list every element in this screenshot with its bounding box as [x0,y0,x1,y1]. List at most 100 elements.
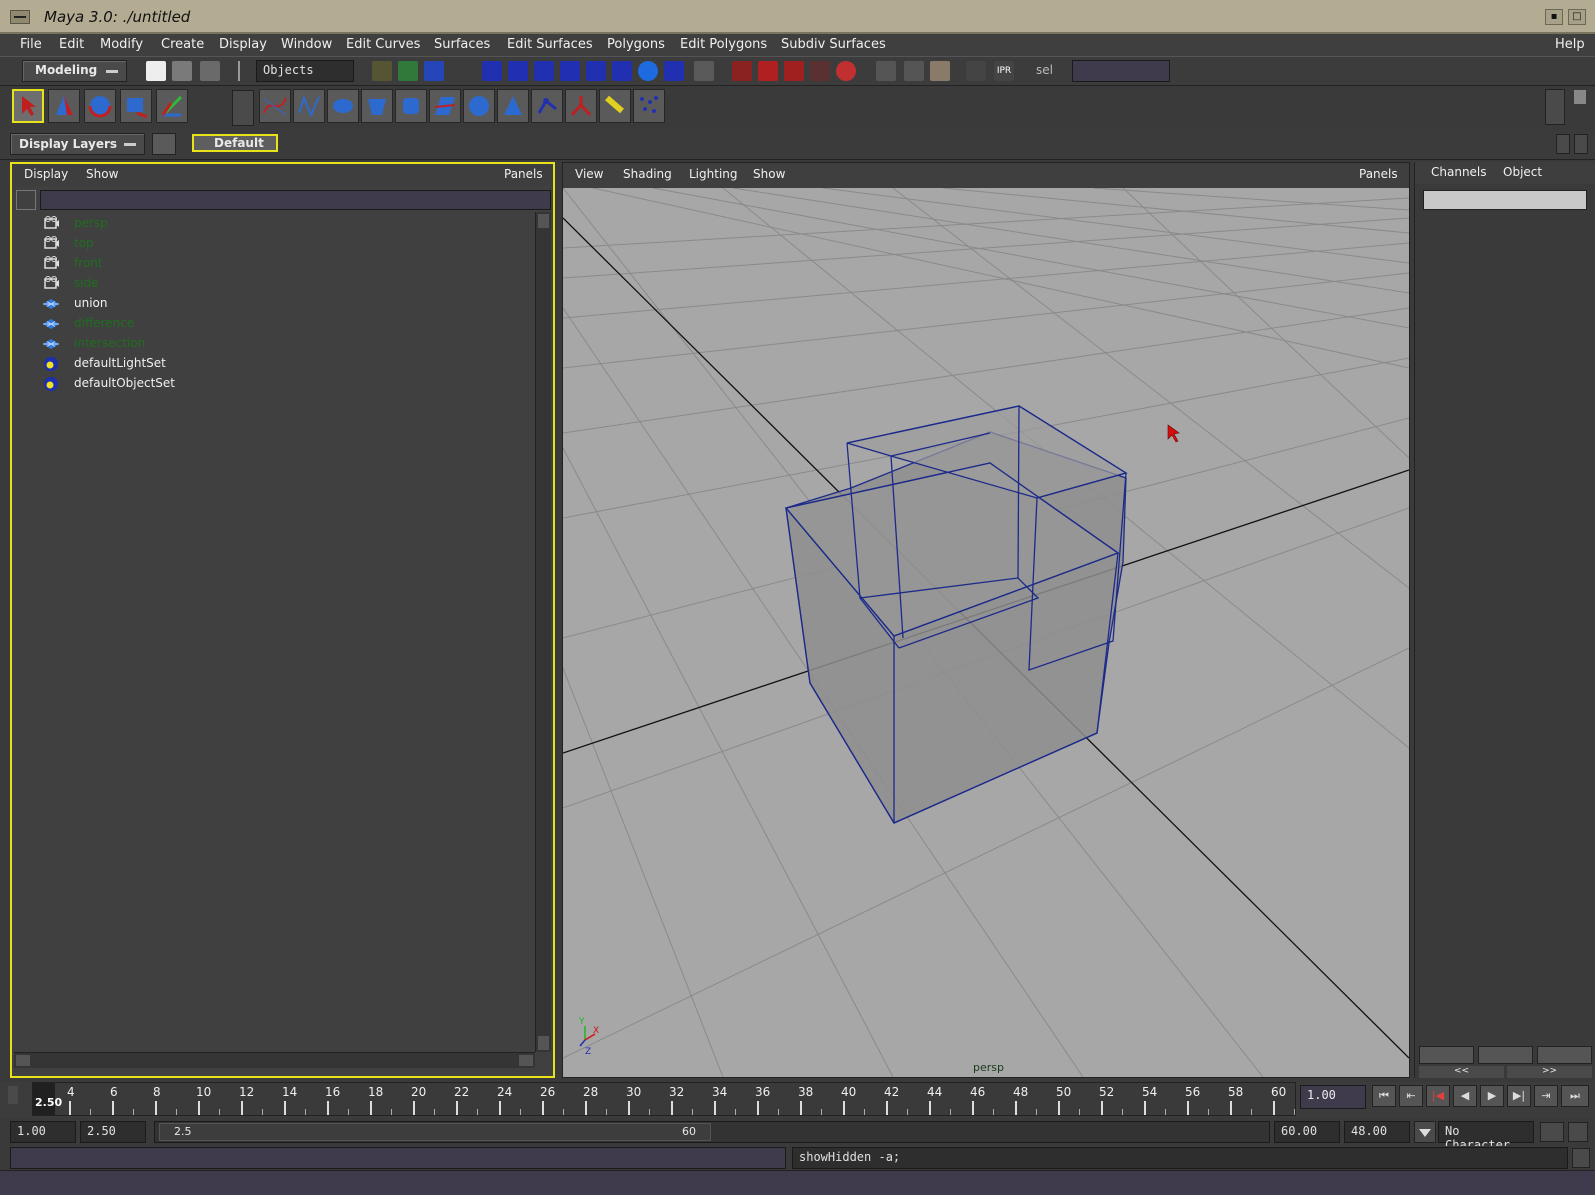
play-forward-button[interactable]: ▶ [1480,1085,1504,1107]
step-forward-key-button[interactable]: ⇥ [1534,1085,1558,1107]
outliner-filter-icon[interactable] [16,190,36,210]
sphere-icon[interactable] [463,89,495,123]
menu-help[interactable]: Help [1555,37,1585,52]
menu-polygons[interactable]: Polygons [607,37,665,52]
lasso-tool-icon[interactable] [48,89,80,123]
shelf-tab-menu[interactable] [232,90,254,126]
channel-layout-icon[interactable] [1419,1046,1474,1064]
layer-scroll-right[interactable] [1574,134,1588,154]
display-layers-dropdown[interactable]: Display Layers [10,133,145,155]
select-deformation-icon[interactable] [586,61,606,81]
channel-next-button[interactable]: >> [1507,1066,1592,1078]
snap-curve-icon[interactable] [758,61,778,81]
animation-prefs-icon[interactable] [1568,1122,1588,1142]
viewport-menu-show[interactable]: Show [753,167,785,181]
selection-mode-toggle[interactable] [238,61,250,81]
viewport-menu-lighting[interactable]: Lighting [689,167,738,181]
outliner-menu-show[interactable]: Show [86,167,118,181]
maximize-button[interactable]: □ [1568,9,1586,25]
menu-edit-curves[interactable]: Edit Curves [346,37,420,52]
go-to-end-button[interactable]: ⏭ [1561,1085,1589,1107]
menu-window[interactable]: Window [281,37,332,52]
outliner-menu-panels[interactable]: Panels [504,167,543,181]
time-slider-menu[interactable] [8,1086,18,1104]
cone-icon[interactable] [497,89,529,123]
select-object-icon[interactable] [398,61,418,81]
command-input-field[interactable] [10,1147,786,1169]
layer-options-icon[interactable] [152,133,176,155]
ep-curve-icon[interactable] [293,89,325,123]
menu-edit-polygons[interactable]: Edit Polygons [680,37,767,52]
snap-view-icon[interactable] [810,61,830,81]
select-tool-icon[interactable] [12,89,44,123]
rotate-tool-icon[interactable] [120,89,152,123]
select-hierarchy-icon[interactable] [372,61,392,81]
shelf-scroll[interactable] [1545,89,1565,125]
window-menu-button[interactable] [10,10,30,24]
select-misc-icon[interactable] [664,61,684,81]
menu-modify[interactable]: Modify [100,37,143,52]
layer-scroll-left[interactable] [1556,134,1570,154]
extrude-icon[interactable] [395,89,427,123]
scene-canvas[interactable]: Y X Z persp [563,188,1409,1077]
script-editor-icon[interactable] [1572,1148,1590,1168]
menu-edit[interactable]: Edit [59,37,84,52]
joint-tool-icon[interactable] [531,89,563,123]
quick-select-field[interactable] [1072,60,1170,82]
revolve-icon[interactable] [327,89,359,123]
menu-edit-surfaces[interactable]: Edit Surfaces [507,37,593,52]
menu-display[interactable]: Display [219,37,267,52]
planar-icon[interactable] [429,89,461,123]
viewport-menu-view[interactable]: View [575,167,603,181]
move-tool-icon[interactable] [84,89,116,123]
current-time-field[interactable]: 1.00 [1300,1085,1366,1109]
outliner-hscrollbar[interactable] [14,1052,535,1068]
snap-point-icon[interactable] [784,61,804,81]
outliner-search-field[interactable] [40,190,551,210]
channels-tab[interactable]: Channels [1431,165,1487,179]
snap-grid-icon[interactable] [732,61,752,81]
animation-end-field[interactable]: 48.00 [1344,1121,1410,1143]
trash-icon[interactable] [1574,90,1586,104]
current-character-field[interactable]: No Character [1438,1121,1534,1152]
select-component-icon[interactable] [424,61,444,81]
selection-mode-field[interactable]: Objects [256,60,354,82]
select-render-icon[interactable] [638,61,658,81]
ipr-render-icon[interactable]: IPR [994,61,1014,81]
playback-end-field[interactable]: 60.00 [1274,1121,1340,1143]
object-tab[interactable]: Object [1503,165,1542,179]
default-layer-button[interactable]: Default [192,134,278,152]
outliner-vscrollbar[interactable] [535,212,551,1052]
input-ops-icon[interactable] [876,61,896,81]
lock-selection-icon[interactable] [694,61,714,81]
new-scene-icon[interactable] [146,61,166,81]
render-icon[interactable] [966,61,986,81]
animation-start-field[interactable]: 1.00 [10,1121,76,1143]
step-forward-frame-button[interactable]: ▶| [1507,1085,1531,1107]
auto-key-icon[interactable] [1540,1122,1564,1142]
play-backward-button[interactable]: ◀ [1453,1085,1477,1107]
save-scene-icon[interactable] [200,61,220,81]
open-scene-icon[interactable] [172,61,192,81]
select-dynamic-icon[interactable] [612,61,632,81]
select-surface-icon[interactable] [560,61,580,81]
playback-start-field[interactable]: 2.50 [80,1121,146,1143]
boolean-union-mesh[interactable] [784,405,1128,824]
select-joint-icon[interactable] [508,61,528,81]
time-ruler[interactable]: 2.50 4 6 8 10 12 14 16 18 20 22 24 26 28 30 32 34 36 38 40… [32,1082,1296,1116]
minimize-button[interactable]: ▪ [1545,9,1563,25]
range-slider-handle[interactable]: 2.5 60 [159,1123,711,1141]
make-live-icon[interactable] [836,61,856,81]
perspective-viewport[interactable]: View Shading Lighting Show Panels Y X Z … [562,162,1410,1078]
step-back-key-button[interactable]: ⇤ [1399,1085,1423,1107]
scale-tool-icon[interactable] [156,89,188,123]
channel-prev-button[interactable]: << [1419,1066,1504,1078]
ik-handle-icon[interactable] [565,89,597,123]
menu-file[interactable]: File [20,37,42,52]
menu-create[interactable]: Create [161,37,204,52]
viewport-menu-shading[interactable]: Shading [623,167,672,181]
channel-no-icon[interactable] [1478,1046,1533,1064]
loft-icon[interactable] [361,89,393,123]
channel-box-name-field[interactable] [1423,190,1587,210]
output-ops-icon[interactable] [904,61,924,81]
